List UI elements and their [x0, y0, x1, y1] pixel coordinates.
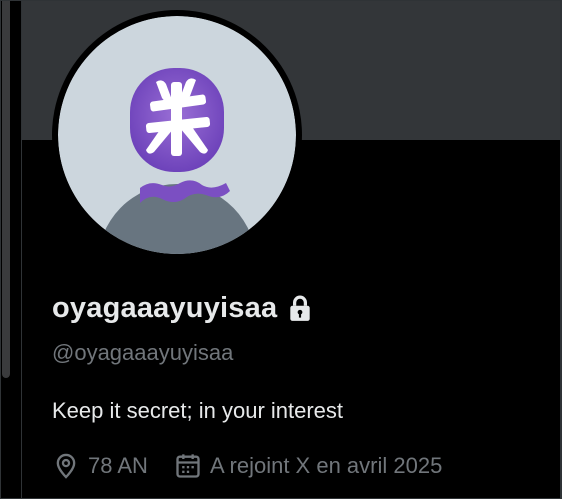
profile-avatar[interactable]: [52, 10, 302, 260]
profile-bio: Keep it secret; in your interest: [52, 398, 344, 423]
profile-handle: @oyagaaayuyisaa: [52, 340, 234, 365]
location-pin-icon: [52, 452, 80, 480]
location-item: 78 AN: [52, 452, 148, 480]
scrollbar-thumb[interactable]: [2, 0, 10, 378]
display-name-row: oyagaaayuyisaa: [52, 292, 313, 325]
calendar-icon: [174, 452, 202, 480]
joined-item: A rejoint X en avril 2025: [174, 452, 442, 480]
profile-meta: 78 AN A rejoint X en avril 2025: [52, 452, 468, 480]
display-name: oyagaaayuyisaa: [52, 292, 278, 324]
joined-text: A rejoint X en avril 2025: [209, 453, 443, 478]
lock-icon: [287, 295, 313, 323]
avatar-image: [58, 16, 296, 254]
location-text: 78 AN: [88, 453, 148, 478]
